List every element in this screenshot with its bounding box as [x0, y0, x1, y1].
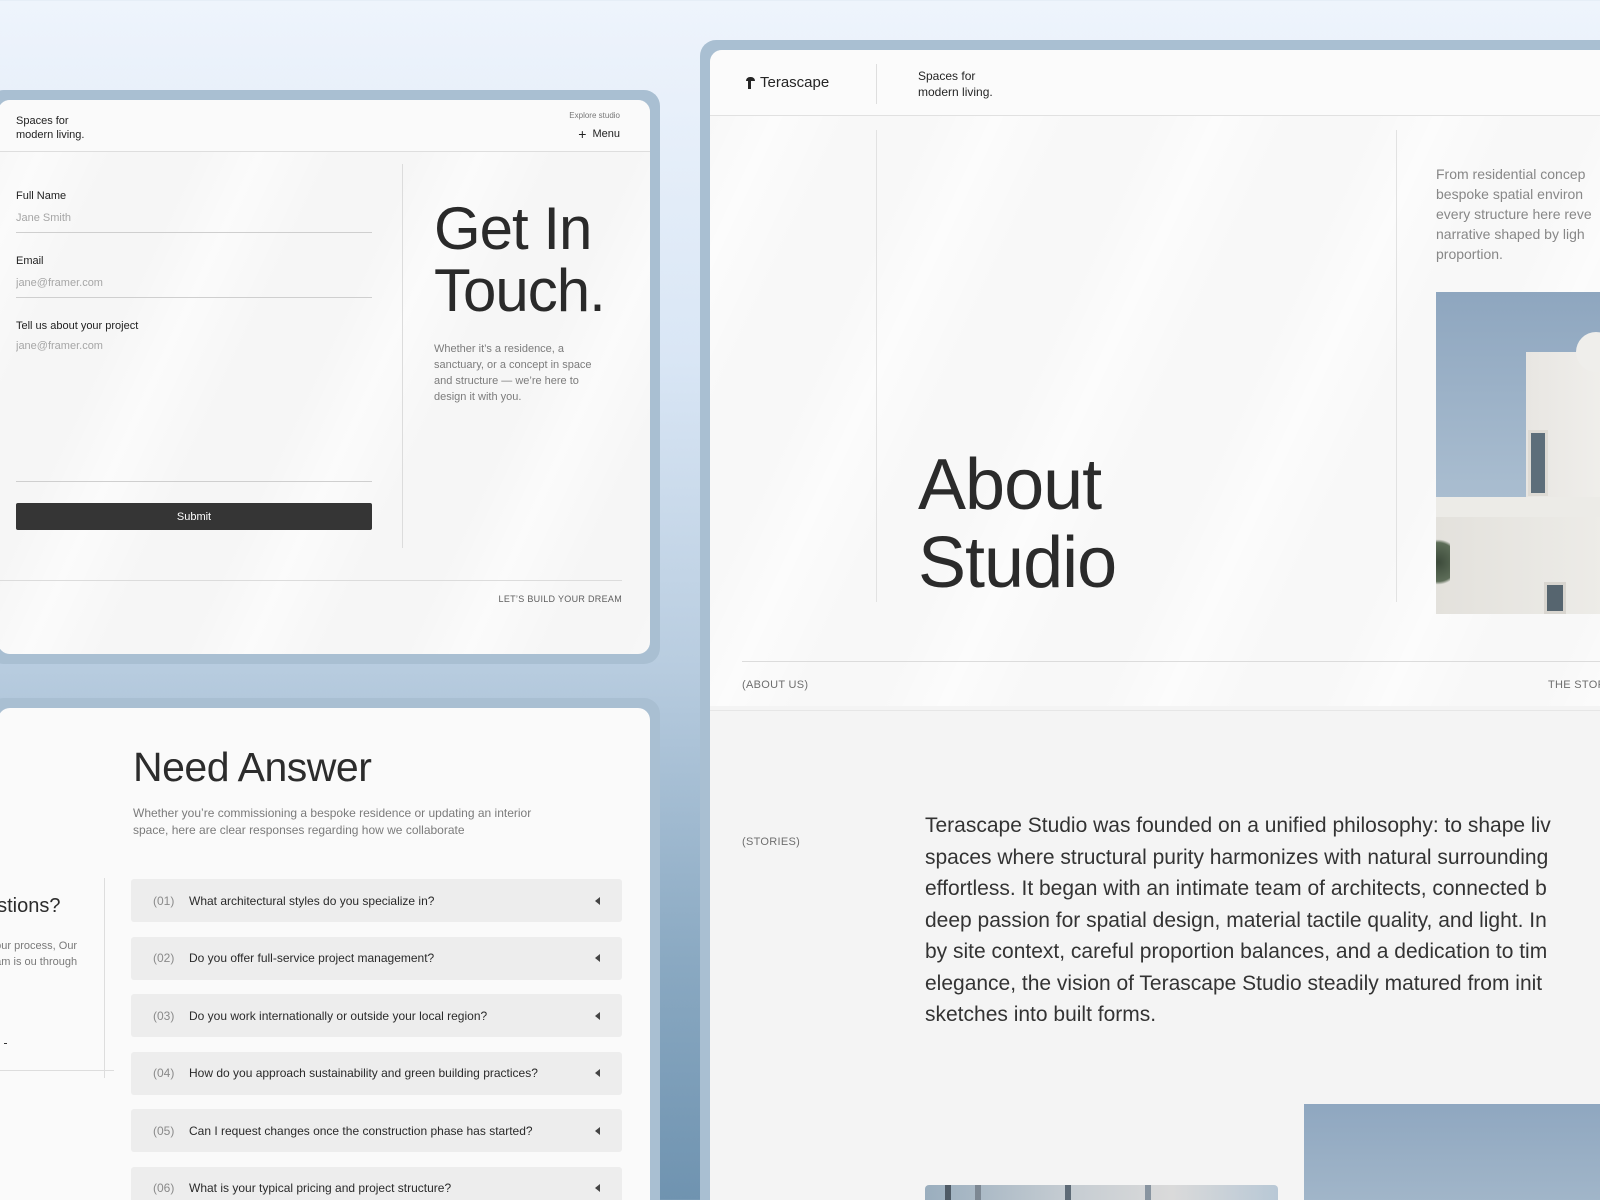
faq-side-divider-horizontal — [0, 1070, 114, 1071]
faq-item[interactable]: (01) What architectural styles do you sp… — [131, 879, 622, 922]
menu-label: Menu — [592, 128, 620, 140]
explore-studio-link[interactable]: Explore studio — [569, 111, 620, 120]
about-intro: From residential concep bespoke spatial … — [1436, 166, 1592, 262]
faq-title: Need Answer — [133, 744, 372, 790]
faq-subtitle: Whether you’re commissioning a bespoke r… — [133, 806, 532, 837]
faq-item-question: How do you approach sustainability and g… — [189, 1066, 538, 1080]
contact-form: Full Name Email Tell us about your proje… — [16, 190, 372, 530]
building-window — [1528, 430, 1548, 496]
about-hero: About Studio From residential concep bes… — [710, 116, 1600, 706]
section-divider-2 — [710, 710, 1600, 711]
faq-item[interactable]: (03) Do you work internationally or outs… — [131, 994, 622, 1037]
about-title-line1: About — [918, 445, 1102, 525]
faq-item-question: What is your typical pricing and project… — [189, 1181, 452, 1195]
contact-title: Get In Touch. — [434, 195, 606, 324]
faq-side-heading: estions? — [0, 895, 61, 917]
sky-photo — [1304, 1104, 1600, 1200]
faq-page-frame: Need Answer Whether you’re commissioning… — [0, 698, 660, 1200]
building-lower-window — [1544, 582, 1566, 614]
faq-list: (01) What architectural styles do you sp… — [131, 879, 622, 1200]
about-page-frame: Terascape Spaces for modern living. E Ab… — [700, 40, 1600, 1200]
project-textarea[interactable] — [16, 332, 372, 482]
about-us-label: (ABOUT US) — [742, 679, 809, 691]
faq-item-question: What architectural styles do you special… — [189, 893, 435, 908]
hero-divider-left — [876, 130, 877, 602]
menu-button[interactable]: + Menu — [578, 126, 620, 142]
about-header-tagline: Spaces for modern living. — [918, 69, 993, 99]
terascape-logo-icon — [746, 76, 755, 89]
faq-item[interactable]: (06) What is your typical pricing and pr… — [131, 1166, 622, 1200]
contact-page-frame: Spaces for modern living. Explore studio… — [0, 90, 660, 664]
faq-item-number: (01) — [153, 893, 175, 908]
contact-header-tagline: Spaces for modern living. — [16, 115, 85, 141]
caret-left-icon — [595, 896, 600, 905]
contact-divider-horizontal — [0, 580, 622, 581]
faq-item-number: (04) — [153, 1066, 175, 1080]
building-balcony — [1436, 497, 1600, 517]
faq-side-link[interactable] — [4, 1032, 7, 1044]
about-title: About Studio — [918, 445, 1117, 603]
about-page: Terascape Spaces for modern living. E Ab… — [710, 50, 1600, 1200]
faq-item[interactable]: (05) Can I request changes once the cons… — [131, 1109, 622, 1152]
project-label: Tell us about your project — [16, 320, 139, 332]
story-paragraph: Terascape Studio was founded on a unifie… — [925, 814, 1551, 1026]
faq-item[interactable]: (02) Do you offer full-service project m… — [131, 936, 622, 980]
contact-header: Spaces for modern living. Explore studio… — [0, 100, 650, 152]
contact-description: Whether it’s a residence, a sanctuary, o… — [434, 343, 592, 403]
faq-item-number: (05) — [153, 1123, 175, 1138]
build-dream-link[interactable]: LET’S BUILD YOUR DREAM — [499, 594, 622, 604]
section-divider — [742, 661, 1600, 662]
building-photo — [1436, 292, 1600, 614]
caret-left-icon — [595, 1126, 600, 1135]
faq-item-question: Do you offer full-service project manage… — [189, 951, 435, 965]
contact-title-line1: Get In — [434, 195, 592, 262]
logo-text: Terascape — [760, 74, 830, 91]
contact-page: Spaces for modern living. Explore studio… — [0, 100, 650, 654]
email-input[interactable] — [16, 267, 372, 298]
the-stories-label: THE STORIES — [1548, 679, 1600, 691]
caret-left-icon — [595, 1184, 600, 1192]
about-header: Terascape Spaces for modern living. E — [710, 50, 1600, 116]
hero-divider-right — [1396, 130, 1397, 602]
email-group: Email — [16, 255, 372, 298]
stories-label: (STORIES) — [742, 836, 801, 848]
header-divider — [876, 64, 877, 104]
email-label: Email — [16, 255, 44, 267]
caret-left-icon — [595, 1069, 600, 1077]
contact-title-line2: Touch. — [434, 257, 606, 324]
tree-foliage — [1436, 532, 1450, 592]
project-group: Tell us about your project — [16, 320, 372, 482]
full-name-group: Full Name — [16, 190, 372, 233]
full-name-input[interactable] — [16, 202, 372, 233]
terascape-logo[interactable]: Terascape — [746, 74, 829, 91]
interior-photo — [925, 1185, 1278, 1200]
faq-page: Need Answer Whether you’re commissioning… — [0, 708, 650, 1200]
faq-item-number: (03) — [153, 1008, 175, 1023]
faq-item-number: (02) — [153, 951, 175, 965]
caret-left-icon — [595, 954, 600, 962]
contact-divider-vertical — [402, 164, 403, 548]
caret-left-icon — [595, 1011, 600, 1020]
about-title-line2: Studio — [918, 523, 1117, 603]
faq-item-number: (06) — [153, 1181, 175, 1195]
building-lower-floor — [1436, 517, 1600, 614]
faq-item-question: Do you work internationally or outside y… — [189, 1008, 488, 1023]
faq-side-body: n our process, Our team is ou through — [0, 940, 78, 968]
full-name-label: Full Name — [16, 190, 67, 202]
faq-side-divider-vertical — [104, 878, 105, 1078]
faq-item[interactable]: (04) How do you approach sustainability … — [131, 1051, 622, 1095]
faq-item-question: Can I request changes once the construct… — [189, 1123, 533, 1138]
submit-button[interactable]: Submit — [16, 503, 372, 530]
plus-icon: + — [578, 126, 587, 142]
